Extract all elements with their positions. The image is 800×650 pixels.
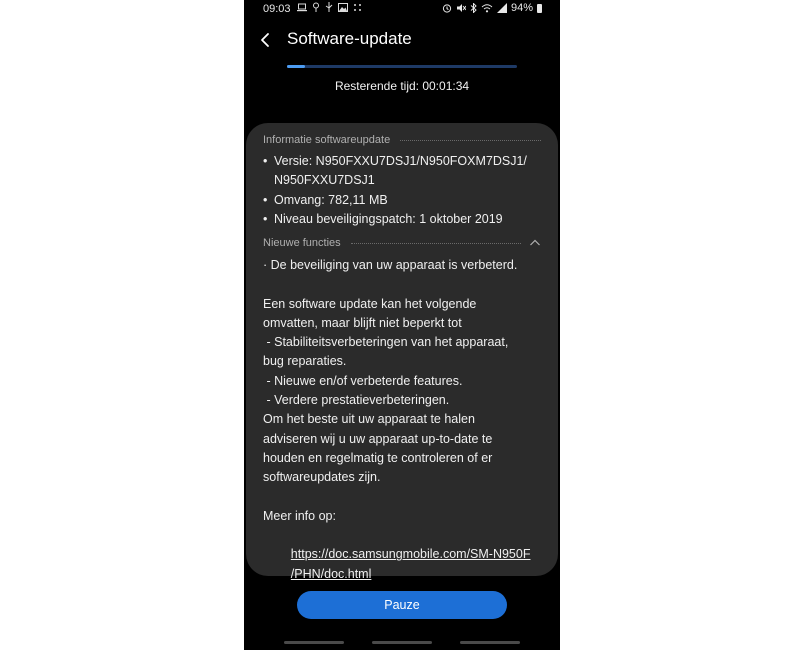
list-item: • Omvang: 782,11 MB (263, 191, 553, 210)
chevron-up-icon[interactable] (529, 238, 541, 248)
more-info-link[interactable]: https://doc.samsungmobile.com/SM-N950F (263, 526, 553, 561)
info-section-title: Informatie softwareupdate (263, 134, 391, 146)
release-note-line: Om het beste uit uw apparaat te halen (263, 412, 475, 427)
more-info-link-text[interactable]: https://doc.samsungmobile.com/SM-N950F (291, 547, 531, 561)
release-notes: · De beveiliging van uw apparaat is verb… (263, 256, 553, 581)
version-text-cont: N950FXXU7DSJ1 (274, 173, 375, 188)
release-note-line: houden en regelmatig te controleren of e… (263, 450, 493, 465)
more-dots-icon (354, 3, 361, 11)
navigation-bar (244, 641, 560, 645)
release-note-line: - Nieuwe en/of verbeterde features. (263, 373, 463, 388)
new-features-title: Nieuwe functies (263, 237, 341, 249)
bullet: • (263, 192, 268, 207)
release-note-line (263, 488, 553, 507)
pause-button[interactable]: Pauze (297, 591, 507, 619)
release-note-line: · De beveiliging van uw apparaat is verb… (263, 258, 518, 272)
release-note-line (263, 275, 553, 294)
bullet: • (263, 154, 268, 168)
release-note-line: omvatten, maar blijft niet beperkt tot (263, 315, 462, 330)
status-time: 09:03 (263, 3, 291, 15)
mute-icon (456, 4, 466, 12)
release-note-line: - Verdere prestatieverbeteringen. (263, 393, 450, 408)
list-item: • Niveau beveiligingspatch: 1 oktober 20… (263, 210, 553, 229)
notification-icons (297, 2, 362, 12)
app-header: Software-update (244, 26, 560, 54)
battery-percentage: 94% (510, 2, 533, 14)
image-icon (338, 2, 348, 12)
release-note-line: Een software update kan het volgende (263, 296, 477, 311)
update-info-card: Informatie softwareupdate • Versie: N950… (246, 123, 558, 581)
bullet-spacer (263, 171, 274, 190)
phone-screen: 09:03 94% Software-update Resterende tij… (244, 0, 560, 650)
home-button[interactable] (372, 641, 432, 644)
bluetooth-icon (470, 3, 477, 13)
list-item: • Versie: N950FXXU7DSJ1/N950FOXM7DSJ1/ (263, 152, 553, 171)
version-text: Versie: N950FXXU7DSJ1/N950FOXM7DSJ1/ (274, 154, 527, 168)
progress-fill (287, 65, 306, 68)
back-arrow-icon[interactable] (258, 29, 274, 51)
section-divider (400, 139, 541, 141)
recent-apps-button[interactable] (284, 641, 344, 644)
size-text: Omvang: 782,11 MB (274, 192, 388, 207)
page-title: Software-update (287, 29, 412, 48)
system-icons: 94% (442, 2, 542, 14)
alarm-icon (442, 4, 452, 13)
wifi-icon (481, 4, 493, 13)
release-note-line: adviseren wij u uw apparaat up-to-date t… (263, 431, 493, 446)
battery-icon (537, 3, 542, 13)
release-note-line: softwareupdates zijn. (263, 470, 381, 485)
section-divider (350, 242, 521, 244)
usb-icon (325, 2, 333, 12)
download-progress-bar (287, 65, 517, 68)
back-nav-button[interactable] (460, 641, 520, 644)
pin-icon (313, 2, 319, 12)
more-info-link-text[interactable]: /PHN/doc.html (291, 567, 372, 581)
signal-icon (496, 3, 507, 13)
release-note-line: bug reparaties. (263, 354, 347, 369)
status-bar: 09:03 94% (244, 0, 560, 18)
release-note-line: Meer info op: (263, 508, 336, 523)
bullet: • (263, 211, 268, 226)
release-note-line: - Stabiliteitsverbeteringen van het appa… (263, 335, 509, 350)
remaining-time: Resterende tijd: 00:01:34 (334, 79, 470, 93)
laptop-icon (297, 3, 307, 11)
new-features-header[interactable]: Nieuwe functies (263, 236, 541, 250)
info-section-header: Informatie softwareupdate (263, 133, 541, 147)
list-item: N950FXXU7DSJ1 (263, 171, 553, 190)
patch-level-text: Niveau beveiligingspatch: 1 oktober 2019 (274, 211, 503, 226)
update-details-list: • Versie: N950FXXU7DSJ1/N950FOXM7DSJ1/ N… (263, 152, 553, 229)
